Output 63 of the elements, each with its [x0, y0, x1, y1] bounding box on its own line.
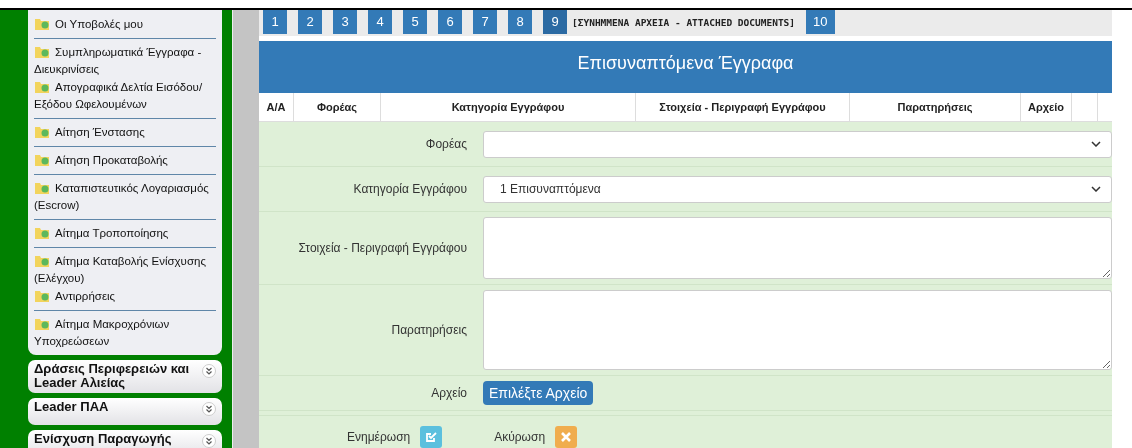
page-tab[interactable]: 2 — [298, 10, 322, 34]
column-header: Φορέας — [294, 93, 381, 121]
folder-icon — [34, 225, 50, 239]
page-tab[interactable]: 5 — [403, 10, 427, 34]
field-label: Φορέας — [424, 137, 468, 151]
tab-caption: [ΣΥΝΗΜΜΕΝΑ ΑΡΧΕΙΑ - ATTACHED DOCUMENTS] — [572, 16, 796, 28]
page-tab[interactable]: 1 — [263, 10, 287, 34]
folder-icon — [34, 79, 50, 93]
sidebar-item[interactable]: Αντιρρήσεις — [34, 288, 216, 311]
page-tab[interactable]: 9 — [543, 10, 567, 34]
sidebar-section[interactable]: Leader ΠΑΑ — [28, 398, 222, 425]
action-label: Ακύρωση — [494, 430, 546, 444]
folder-icon — [34, 152, 50, 166]
page-tab[interactable]: 7 — [473, 10, 497, 34]
chevron-icon — [202, 364, 216, 378]
field-label: Κατηγορία Εγγράφου — [352, 182, 468, 196]
select-field[interactable]: 1 Επισυναπτόμενα — [483, 175, 1112, 203]
folder-icon — [34, 288, 50, 302]
folder-icon — [34, 316, 50, 330]
column-header: Παρατηρήσεις — [850, 93, 1021, 121]
page-tab[interactable]: 10 — [806, 10, 835, 34]
cancel-button[interactable] — [555, 426, 578, 448]
sidebar-section[interactable]: Ενίσχυση Παραγωγής — [28, 430, 222, 448]
chevron-icon — [202, 434, 216, 448]
chevron-icon — [202, 402, 216, 416]
panel-title: Επισυναπτόμενα Έγγραφα — [259, 41, 1112, 93]
field-label: Παρατηρήσεις — [390, 323, 468, 337]
sidebar-item[interactable]: Αίτημα Καταβολής Ενίσχυσης (Ελέγχου) — [34, 253, 216, 287]
action-label: Ενημέρωση — [347, 430, 411, 444]
page-tab[interactable]: 3 — [333, 10, 357, 34]
choose-file-button[interactable]: Επιλέξτε Αρχείο — [483, 381, 594, 405]
chevron-icon — [1091, 186, 1101, 192]
sidebar-item[interactable]: Οι Υποβολές μου — [34, 16, 216, 39]
folder-icon — [34, 253, 50, 267]
column-header: Κατηγορία Εγγράφου — [381, 93, 636, 121]
folder-icon — [34, 124, 50, 138]
sidebar-item[interactable]: Αίτημα Τροποποίησης — [34, 225, 216, 248]
field-label: Αρχείο — [430, 386, 468, 400]
folder-icon — [34, 44, 50, 58]
close-icon — [560, 431, 573, 443]
select-field[interactable] — [483, 130, 1112, 158]
column-header: Στοιχεία - Περιγραφή Εγγράφου — [636, 93, 850, 121]
folder-icon — [34, 180, 50, 194]
sidebar-section[interactable]: Δράσεις Περιφερειών και Leader Αλιείας — [28, 360, 222, 393]
field-label: Στοιχεία - Περιγραφή Εγγράφου — [297, 241, 468, 255]
page-tab[interactable]: 6 — [438, 10, 462, 34]
update-button[interactable] — [420, 426, 443, 448]
text-area[interactable] — [483, 217, 1112, 279]
column-header: Α/Α — [259, 93, 294, 121]
sidebar-item[interactable]: Καταπιστευτικός Λογαριασμός (Escrow) — [34, 180, 216, 220]
page-tab[interactable]: 8 — [508, 10, 532, 34]
folder-icon — [34, 16, 50, 30]
scrollbar[interactable] — [232, 8, 259, 448]
page-tab[interactable]: 4 — [368, 10, 392, 34]
chevron-icon — [1091, 141, 1101, 147]
column-header: Αρχείο — [1021, 93, 1072, 121]
sidebar-item[interactable]: Απογραφικά Δελτία Εισόδου/ Εξόδου Ωφελουμένων — [34, 79, 216, 119]
sidebar-item[interactable]: Αίτηση Ένστασης — [34, 124, 216, 147]
edit-icon — [425, 431, 438, 443]
text-area[interactable] — [483, 290, 1112, 370]
sidebar-item[interactable]: Αίτημα Μακροχρόνιων Υποχρεώσεων — [34, 316, 216, 350]
sidebar-item[interactable]: Συμπληρωματικά Έγγραφα - Διευκρινίσεις — [34, 44, 216, 78]
sidebar-item[interactable]: Αίτηση Προκαταβολής — [34, 152, 216, 175]
